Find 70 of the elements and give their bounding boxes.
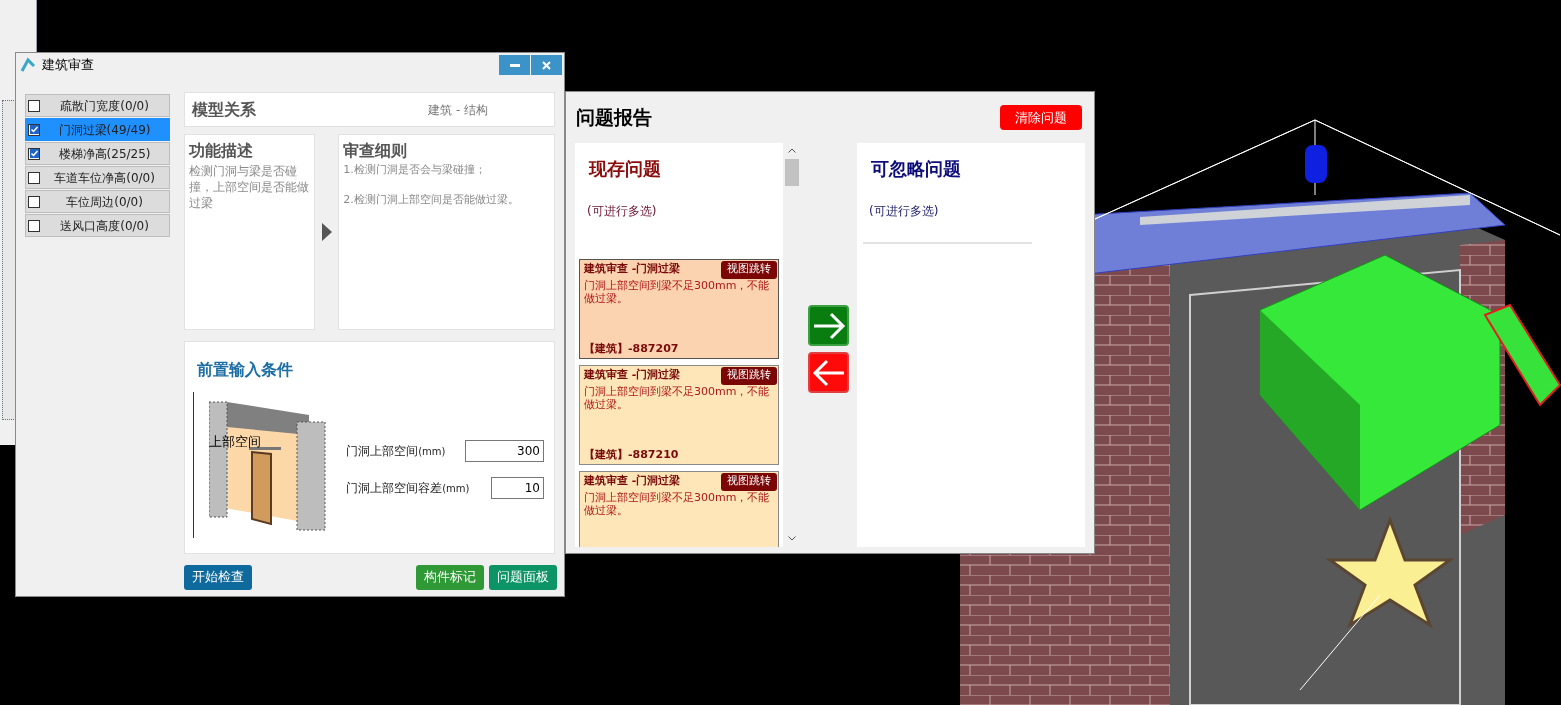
input-field[interactable]: 10 [491, 477, 544, 499]
checkbox[interactable] [28, 99, 40, 112]
window-title: 建筑审查 [42, 56, 94, 75]
issue-card[interactable]: 建筑审查 -门洞过梁 视图跳转 门洞上部空间到梁不足300mm，不能做过梁。 【建筑】-887207 [579, 259, 779, 359]
check-item[interactable]: 车位周边(0/0) [25, 190, 171, 213]
checkbox[interactable] [28, 195, 40, 208]
list-title: 可忽略问题 [871, 157, 962, 181]
check-item[interactable]: 门洞过梁(49/49) [25, 118, 171, 141]
issue-card[interactable]: 建筑审查 -门洞过梁 视图跳转 门洞上部空间到梁不足300mm，不能做过梁。 [579, 471, 779, 547]
issue-id: 【建筑】-887207 [584, 340, 680, 357]
clear-button[interactable]: 清除问题 [1000, 105, 1082, 130]
diagram-label: 上部空间 [209, 433, 262, 451]
right-arrow-icon [811, 310, 846, 341]
card-title: 前置输入条件 [197, 359, 295, 381]
left-arrow-icon [811, 357, 846, 388]
issue-text: 门洞上部空间到梁不足300mm，不能做过梁。 [584, 491, 771, 517]
issue-title: 建筑审查 -门洞过梁 [584, 261, 681, 278]
issue-text: 门洞上部空间到梁不足300mm，不能做过梁。 [584, 385, 771, 411]
checkbox[interactable] [28, 123, 40, 136]
minimize-button[interactable] [499, 55, 530, 75]
field-label: 门洞上部空间容差(mm) [346, 480, 470, 497]
field-label: 门洞上部空间(mm) [346, 443, 446, 460]
issue-card[interactable]: 建筑审查 -门洞过梁 视图跳转 门洞上部空间到梁不足300mm，不能做过梁。 【建筑】-887210 [579, 365, 779, 465]
relation-text: 建筑 - 结构 [428, 101, 489, 119]
hint-text: (可进行多选) [587, 203, 658, 220]
action-button[interactable]: 开始检查 [184, 564, 252, 590]
scroll-up-icon [787, 148, 796, 153]
move-right-button[interactable] [808, 305, 849, 346]
card-title: 审查细则 [343, 140, 409, 162]
view-jump-button[interactable]: 视图跳转 [721, 472, 777, 491]
view-jump-button[interactable]: 视图跳转 [721, 260, 777, 279]
window-title: 问题报告 [576, 105, 652, 131]
checkbox[interactable] [28, 219, 40, 232]
checkmark-icon [29, 149, 39, 158]
scroll-thumb[interactable] [784, 159, 799, 186]
checkbox[interactable] [28, 171, 40, 184]
check-label: 疏散门宽度(0/0) [59, 97, 150, 115]
check-item[interactable]: 楼梯净高(25/25) [25, 142, 171, 165]
check-label: 车位周边(0/0) [65, 193, 144, 211]
check-label: 楼梯净高(25/25) [57, 145, 152, 163]
close-button[interactable] [531, 55, 562, 75]
checkmark-icon [29, 125, 39, 134]
issue-title: 建筑审查 -门洞过梁 [584, 473, 681, 490]
scroll-down-icon [787, 536, 796, 541]
issue-text: 门洞上部空间到梁不足300mm，不能做过梁。 [584, 279, 771, 305]
check-label: 车道车位净高(0/0) [53, 169, 156, 187]
issue-title: 建筑审查 -门洞过梁 [584, 367, 681, 384]
list-title: 现存问题 [589, 157, 662, 181]
check-item[interactable]: 送风口高度(0/0) [25, 214, 171, 237]
card-title: 功能描述 [189, 140, 255, 162]
check-item[interactable]: 疏散门宽度(0/0) [25, 94, 171, 117]
check-label: 门洞过梁(49/49) [57, 121, 152, 139]
check-label: 送风口高度(0/0) [59, 217, 150, 235]
section-title: 模型关系 [192, 98, 257, 121]
action-button[interactable]: 问题面板 [489, 564, 557, 590]
rule-text: 2.检测门洞上部空间是否能做过梁。 [343, 193, 520, 207]
hint-text: (可进行多选) [869, 203, 940, 220]
checkbox[interactable] [28, 147, 40, 160]
action-button[interactable]: 构件标记 [416, 564, 484, 590]
triangle-arrow-icon [321, 223, 332, 241]
move-left-button[interactable] [808, 352, 849, 393]
issue-id: 【建筑】-887210 [584, 446, 680, 463]
input-field[interactable]: 300 [465, 440, 544, 462]
description-text: 检测门洞与梁是否碰撞，上部空间是否能做过梁 [189, 163, 311, 211]
close-icon [542, 60, 551, 70]
rule-text: 1.检测门洞是否会与梁碰撞； [343, 163, 487, 177]
check-item[interactable]: 车道车位净高(0/0) [25, 166, 171, 189]
app-icon [20, 57, 36, 73]
view-jump-button[interactable]: 视图跳转 [721, 366, 777, 385]
minimize-icon [509, 63, 520, 67]
